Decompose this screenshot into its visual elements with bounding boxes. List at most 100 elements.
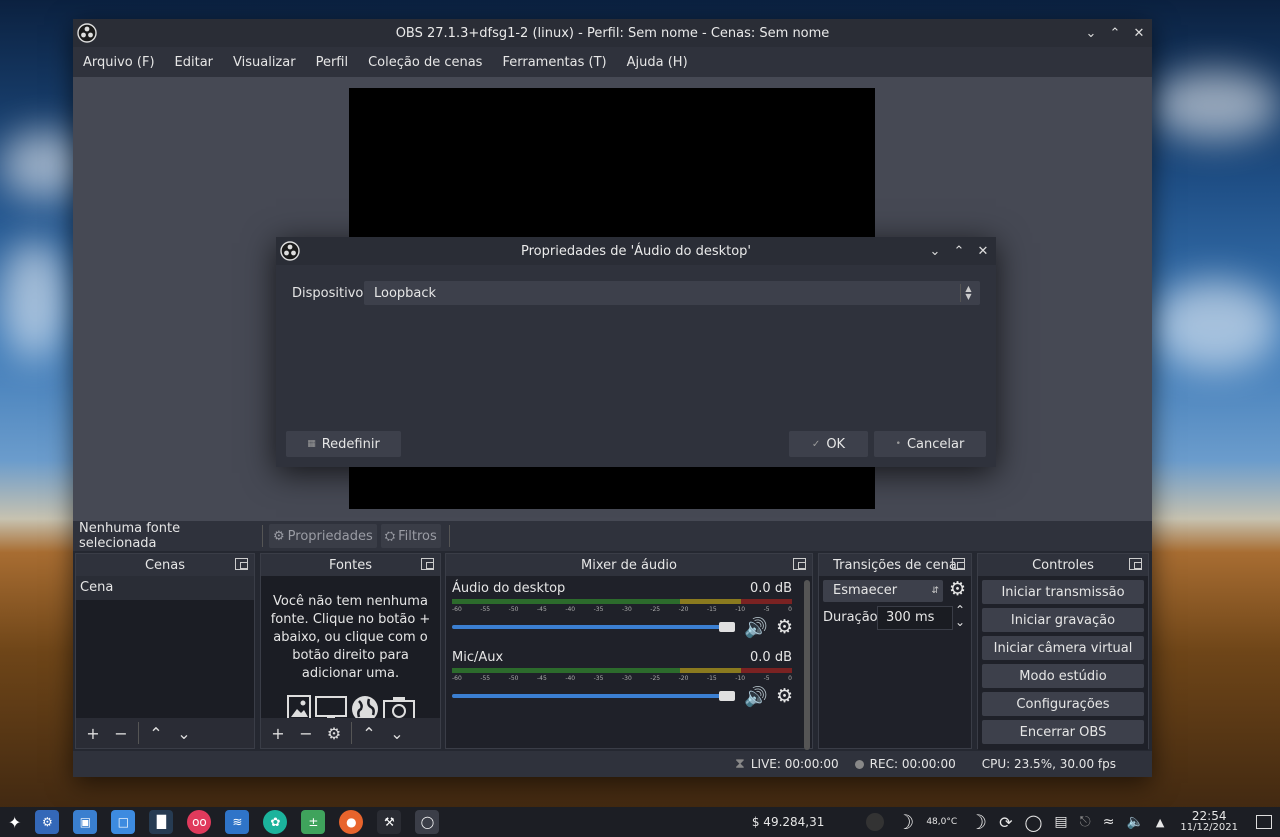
device-value: Loopback xyxy=(374,285,437,301)
files-app-icon[interactable]: □ xyxy=(111,810,136,834)
meter-tick-label: -45 xyxy=(536,675,547,682)
maximize-icon[interactable]: ⌃ xyxy=(1108,23,1122,43)
meter-tick-label: -45 xyxy=(536,606,547,613)
menu-ajuda[interactable]: Ajuda (H) xyxy=(627,55,688,70)
volume-slider[interactable] xyxy=(452,625,730,629)
maximize-icon[interactable]: ⌃ xyxy=(952,241,966,261)
controls-body: Iniciar transmissão Iniciar gravação Ini… xyxy=(978,576,1148,750)
device-label: Dispositivo xyxy=(292,286,364,301)
device-select[interactable]: Loopback ▲ ▼ xyxy=(364,281,980,305)
start-streaming-button[interactable]: Iniciar transmissão xyxy=(982,580,1144,604)
scene-item[interactable]: Cena xyxy=(76,576,254,600)
settings-button[interactable]: Configurações xyxy=(982,692,1144,716)
app-launcher-icon[interactable]: ✦ xyxy=(8,813,21,832)
properties-dialog: Propriedades de 'Áudio do desktop' ⌄ ⌃ ✕… xyxy=(276,237,996,467)
undock-icon[interactable] xyxy=(235,558,248,570)
close-icon[interactable]: ✕ xyxy=(976,241,990,261)
properties-button[interactable]: ⚙ Propriedades xyxy=(269,524,377,548)
meter-tick-label: -50 xyxy=(508,675,519,682)
media-app-icon[interactable]: oo xyxy=(187,810,212,834)
channel-name: Áudio do desktop xyxy=(452,581,566,596)
chevron-down-icon[interactable]: ⌄ xyxy=(955,615,965,629)
scrollbar[interactable] xyxy=(804,580,810,750)
ok-button[interactable]: ✓ OK xyxy=(789,431,868,457)
clipboard-icon[interactable]: ▤ xyxy=(1054,814,1067,830)
gear-icon[interactable]: ⚙ xyxy=(776,685,793,707)
chevron-up-icon[interactable]: ⌃ xyxy=(358,722,380,744)
obs-tray-icon[interactable]: ◯ xyxy=(1025,813,1043,832)
undock-icon[interactable] xyxy=(1129,558,1142,570)
scenes-title: Cenas xyxy=(144,557,186,573)
calculator-app-icon[interactable]: ± xyxy=(301,810,326,834)
meter-tick-label: -60 xyxy=(452,606,462,613)
obs-app-icon[interactable]: ◯ xyxy=(415,810,440,834)
start-virtual-camera-button[interactable]: Iniciar câmera virtual xyxy=(982,636,1144,660)
start-recording-button[interactable]: Iniciar gravação xyxy=(982,608,1144,632)
properties-label: Propriedades xyxy=(287,528,373,544)
meter-tick-label: -40 xyxy=(565,606,576,613)
volume-slider-handle[interactable] xyxy=(719,622,735,632)
menu-visualizar[interactable]: Visualizar xyxy=(233,55,296,70)
minimize-icon[interactable]: ⌄ xyxy=(1084,23,1098,43)
reset-button[interactable]: ▦ Redefinir xyxy=(286,431,401,457)
meter-ticks: -60 -55 -50 -45 -40 -35 -30 -25 -20 -15 -10 -5 0 xyxy=(452,675,792,683)
settings-app-icon[interactable]: ⚙ xyxy=(35,810,60,834)
wallpaper-cloud xyxy=(1150,70,1280,140)
undock-icon[interactable] xyxy=(952,558,965,570)
store-app-icon[interactable]: ▣ xyxy=(73,810,98,834)
gear-icon[interactable]: ⚙ xyxy=(776,616,793,638)
undock-icon[interactable] xyxy=(793,558,806,570)
speaker-icon[interactable]: 🔊 xyxy=(744,685,768,708)
ok-label: OK xyxy=(826,436,846,452)
rec-status: REC: 00:00:00 xyxy=(869,757,956,771)
speaker-icon[interactable]: 🔊 xyxy=(744,616,768,639)
exit-button[interactable]: Encerrar OBS xyxy=(982,720,1144,744)
clock[interactable]: 22:54 11/12/2021 xyxy=(1180,810,1238,833)
close-icon[interactable]: ✕ xyxy=(1132,23,1146,43)
volume-icon[interactable]: 🔈 xyxy=(1126,814,1143,830)
minimize-icon[interactable]: ⌄ xyxy=(928,241,942,261)
meter-tick-label: -30 xyxy=(621,606,632,613)
screenshot-app-icon[interactable]: ✿ xyxy=(263,810,288,834)
add-icon[interactable]: + xyxy=(82,722,104,744)
sync-icon[interactable]: ⟳ xyxy=(999,813,1012,832)
filters-button[interactable]: ⛭ Filtros xyxy=(380,524,441,548)
firefox-app-icon[interactable]: ● xyxy=(339,810,364,834)
chevron-up-icon[interactable]: ⌃ xyxy=(145,722,167,744)
volume-slider[interactable] xyxy=(452,694,730,698)
chevron-down-icon[interactable]: ⌄ xyxy=(173,722,195,744)
show-desktop-icon[interactable] xyxy=(1256,815,1272,829)
meter-tick-label: -50 xyxy=(508,606,519,613)
remove-icon[interactable]: − xyxy=(110,722,132,744)
cancel-button[interactable]: • Cancelar xyxy=(874,431,986,457)
source-toolbar: Nenhuma fonte selecionada ⚙ Propriedades … xyxy=(73,521,1152,551)
volume-slider-handle[interactable] xyxy=(719,691,735,701)
transitions-dock: Transições de cena Esmaecer ⇵ ⚙ Duração … xyxy=(818,553,972,749)
moon-icon[interactable]: ☽ xyxy=(969,810,987,834)
transition-select[interactable]: Esmaecer ⇵ xyxy=(823,580,943,602)
undock-icon[interactable] xyxy=(421,558,434,570)
monitor-app-icon[interactable]: ≋ xyxy=(225,810,250,834)
terminal-app-icon[interactable]: █ xyxy=(149,810,174,834)
menu-perfil[interactable]: Perfil xyxy=(316,55,349,70)
sources-dock: Fontes Você não tem nenhuma fonte. Cliqu… xyxy=(260,553,441,749)
menu-colecao-cenas[interactable]: Coleção de cenas xyxy=(368,55,482,70)
tray-expand-icon[interactable]: ▲ xyxy=(1156,816,1164,829)
wifi-icon[interactable]: ≈ xyxy=(1103,814,1115,830)
duration-input[interactable]: 300 ms xyxy=(877,606,953,630)
menu-editar[interactable]: Editar xyxy=(175,55,214,70)
mic-muted-icon[interactable]: ⎋ xyxy=(1080,814,1091,830)
remove-icon[interactable]: − xyxy=(295,722,317,744)
menu-arquivo[interactable]: Arquivo (F) xyxy=(83,55,155,70)
meter-tick-label: -30 xyxy=(621,675,632,682)
scenes-dock: Cenas Cena + − ⌃ ⌄ xyxy=(75,553,255,749)
gear-icon[interactable]: ⚙ xyxy=(949,578,966,600)
menu-ferramentas[interactable]: Ferramentas (T) xyxy=(502,55,606,70)
chevron-down-icon[interactable]: ⌄ xyxy=(386,722,408,744)
meter-tick-label: -35 xyxy=(593,606,604,613)
add-icon[interactable]: + xyxy=(267,722,289,744)
moon-icon[interactable]: ☽ xyxy=(896,810,914,834)
tool-app-icon[interactable]: ⚒ xyxy=(377,810,402,834)
gear-icon[interactable]: ⚙ xyxy=(323,722,345,744)
studio-mode-button[interactable]: Modo estúdio xyxy=(982,664,1144,688)
